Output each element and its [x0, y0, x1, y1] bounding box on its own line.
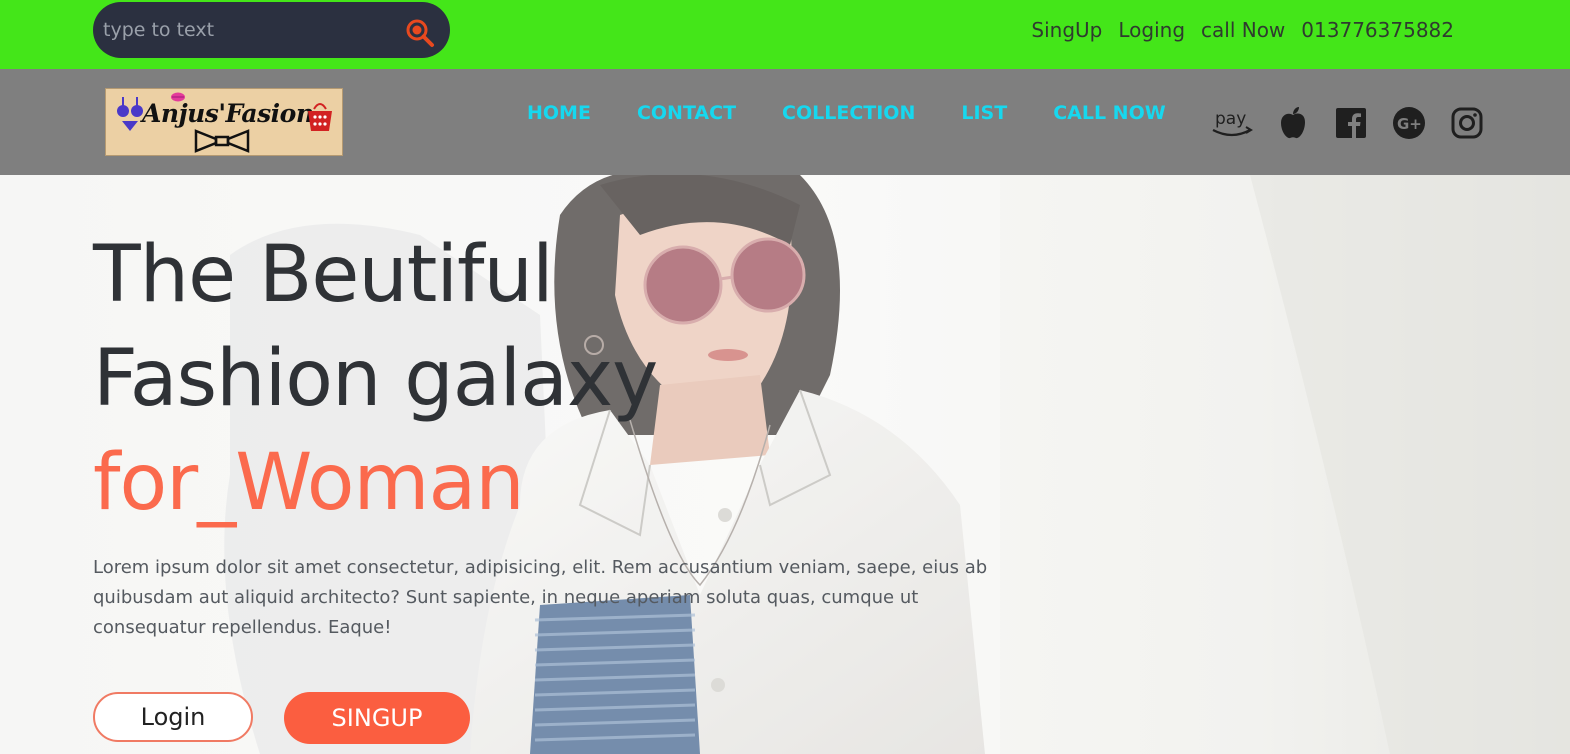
search-input[interactable] [103, 14, 393, 46]
bra-icon [117, 97, 143, 131]
top-bar: SingUp Loging call Now 013776375882 [0, 0, 1570, 69]
login-button[interactable]: Login [93, 692, 253, 742]
search-box [93, 2, 450, 58]
social-icons: pay G+ [1210, 104, 1486, 142]
logo-text: Anjus'Fasion [142, 99, 314, 128]
signup-link[interactable]: SingUp [1031, 18, 1102, 42]
top-links: SingUp Loging call Now 013776375882 [1031, 15, 1454, 45]
hero-title-line2: Fashion galaxy [93, 334, 658, 424]
nav-home[interactable]: HOME [527, 102, 591, 124]
amazon-pay-icon[interactable]: pay [1210, 104, 1254, 142]
hero-section: The Beutiful Fashion galaxy for_Woman Lo… [0, 175, 1570, 754]
nav-collection[interactable]: COLLECTION [782, 102, 915, 124]
nav-list[interactable]: LIST [961, 102, 1007, 124]
call-now-link[interactable]: call Now [1201, 18, 1285, 42]
search-icon[interactable] [405, 18, 435, 48]
svg-text:G+: G+ [1397, 115, 1422, 133]
hero-paragraph: Lorem ipsum dolor sit amet consectetur, … [93, 557, 988, 638]
brand-logo[interactable]: Anjus'Fasion [105, 88, 343, 156]
svg-text:pay: pay [1215, 109, 1246, 129]
instagram-icon[interactable] [1448, 104, 1486, 142]
bow-tie-icon [194, 129, 250, 153]
hero-title-accent: for_Woman [93, 438, 525, 528]
google-plus-icon[interactable]: G+ [1390, 104, 1428, 142]
hero-title-line1: The Beutiful [93, 230, 554, 320]
basket-icon [308, 103, 332, 131]
facebook-icon[interactable] [1332, 104, 1370, 142]
apple-icon[interactable] [1274, 104, 1312, 142]
login-link[interactable]: Loging [1118, 18, 1185, 42]
nav-call-now[interactable]: CALL NOW [1053, 102, 1166, 124]
nav-contact[interactable]: CONTACT [637, 102, 736, 124]
main-navbar: Anjus'Fasion HOME CONTACT COLLECTION LIS… [0, 69, 1570, 175]
hero-title: The Beutiful Fashion galaxy for_Woman [93, 223, 658, 535]
phone-number[interactable]: 013776375882 [1301, 18, 1454, 42]
nav-links: HOME CONTACT COLLECTION LIST CALL NOW [527, 102, 1166, 124]
signup-button[interactable]: SINGUP [284, 692, 470, 744]
